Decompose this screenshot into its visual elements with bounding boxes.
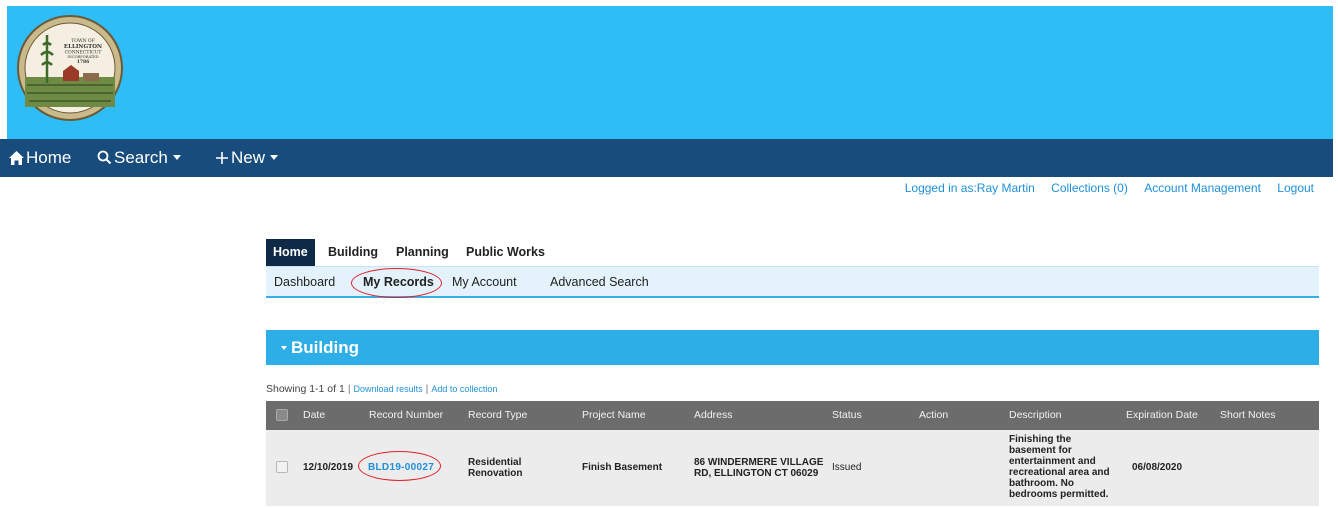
select-all-checkbox[interactable] bbox=[276, 409, 288, 421]
nav-new-menu[interactable]: New bbox=[215, 139, 279, 177]
description-line: basement for bbox=[1009, 445, 1072, 456]
subtab-advanced-search[interactable]: Advanced Search bbox=[550, 267, 649, 297]
plus-icon bbox=[216, 152, 228, 164]
table-row: 12/10/2019 BLD19-00027 Residential Renov… bbox=[266, 430, 1319, 506]
tab-public-works[interactable]: Public Works bbox=[466, 239, 545, 266]
description-line: recreational area and bbox=[1009, 467, 1110, 478]
download-results-link[interactable]: Download results bbox=[354, 384, 423, 394]
town-seal-logo: TOWN OF ELLINGTON CONNECTICUT INCORPORAT… bbox=[17, 15, 123, 121]
nav-search-label: Search bbox=[114, 148, 168, 167]
magnifier-icon bbox=[97, 150, 112, 165]
cell-description: Finishing the basement for entertainment… bbox=[1009, 434, 1110, 500]
nav-new-label: New bbox=[231, 148, 266, 167]
column-header-record-number[interactable]: Record Number bbox=[369, 401, 443, 430]
cell-address: 86 WINDERMERE VILLAGE RD, ELLINGTON CT 0… bbox=[694, 457, 823, 479]
nav-home-label: Home bbox=[26, 148, 72, 167]
subtab-my-account[interactable]: My Account bbox=[452, 267, 517, 297]
building-section-header[interactable]: Building bbox=[266, 330, 1319, 365]
row-select-checkbox[interactable] bbox=[276, 461, 288, 473]
showing-count: Showing 1-1 of 1 bbox=[266, 383, 345, 395]
column-header-project-name[interactable]: Project Name bbox=[582, 401, 646, 430]
logged-in-user-text: Logged in as:Ray Martin bbox=[904, 181, 1035, 195]
description-line: entertainment and bbox=[1009, 456, 1096, 467]
nav-home-link[interactable]: Home bbox=[9, 139, 71, 177]
section-title: Building bbox=[291, 338, 359, 357]
collapse-arrow-icon bbox=[281, 346, 287, 350]
svg-text:1786: 1786 bbox=[77, 59, 90, 65]
cell-project-name: Finish Basement bbox=[582, 462, 663, 473]
cell-status: Issued bbox=[832, 462, 862, 473]
description-line: bathroom. No bbox=[1009, 478, 1074, 489]
tab-home[interactable]: Home bbox=[266, 239, 315, 266]
address-line: RD, ELLINGTON CT 06029 bbox=[694, 468, 819, 479]
user-account-bar: Logged in as:Ray Martin Collections (0) … bbox=[905, 181, 1314, 195]
add-to-collection-link[interactable]: Add to collection bbox=[431, 384, 497, 394]
column-header-expiration-date[interactable]: Expiration Date bbox=[1126, 401, 1198, 430]
cell-date: 12/10/2019 bbox=[303, 462, 354, 473]
top-navigation-bar: Home Search New bbox=[0, 139, 1333, 177]
subtab-my-records[interactable]: My Records bbox=[363, 267, 434, 297]
header-banner: TOWN OF ELLINGTON CONNECTICUT INCORPORAT… bbox=[7, 6, 1333, 139]
description-line: Finishing the bbox=[1009, 434, 1072, 445]
logout-link[interactable]: Logout bbox=[1277, 181, 1314, 195]
records-table-header: Date Record Number Record Type Project N… bbox=[266, 401, 1319, 430]
description-line: bedrooms permitted. bbox=[1009, 489, 1109, 500]
address-line: 86 WINDERMERE VILLAGE bbox=[694, 457, 824, 468]
column-header-record-type[interactable]: Record Type bbox=[468, 401, 527, 430]
column-header-address[interactable]: Address bbox=[694, 401, 733, 430]
cell-record-type: Residential Renovation bbox=[468, 457, 522, 479]
account-management-link[interactable]: Account Management bbox=[1144, 181, 1261, 195]
record-type-line: Renovation bbox=[468, 468, 523, 479]
column-header-short-notes[interactable]: Short Notes bbox=[1220, 401, 1275, 430]
svg-text:ELLINGTON: ELLINGTON bbox=[64, 44, 102, 50]
tab-building[interactable]: Building bbox=[328, 239, 378, 266]
collections-link[interactable]: Collections (0) bbox=[1051, 181, 1128, 195]
column-header-action[interactable]: Action bbox=[919, 401, 948, 430]
column-header-description[interactable]: Description bbox=[1009, 401, 1062, 430]
chevron-down-icon bbox=[172, 155, 181, 160]
house-icon bbox=[9, 151, 24, 165]
chevron-down-icon bbox=[270, 155, 279, 160]
column-header-status[interactable]: Status bbox=[832, 401, 862, 430]
sub-tabs-bar: Dashboard My Records My Account Advanced… bbox=[266, 266, 1319, 298]
nav-search-menu[interactable]: Search bbox=[97, 139, 181, 177]
results-summary: Showing 1-1 of 1 | Download results | Add to… bbox=[266, 383, 498, 395]
record-type-line: Residential bbox=[468, 457, 522, 468]
column-header-date[interactable]: Date bbox=[303, 401, 325, 430]
tab-planning[interactable]: Planning bbox=[396, 239, 449, 266]
record-number-link[interactable]: BLD19-00027 bbox=[368, 462, 434, 473]
subtab-dashboard[interactable]: Dashboard bbox=[274, 267, 335, 297]
svg-text:INCORPORATED: INCORPORATED bbox=[67, 55, 98, 59]
cell-expiration-date: 06/08/2020 bbox=[1132, 462, 1183, 473]
